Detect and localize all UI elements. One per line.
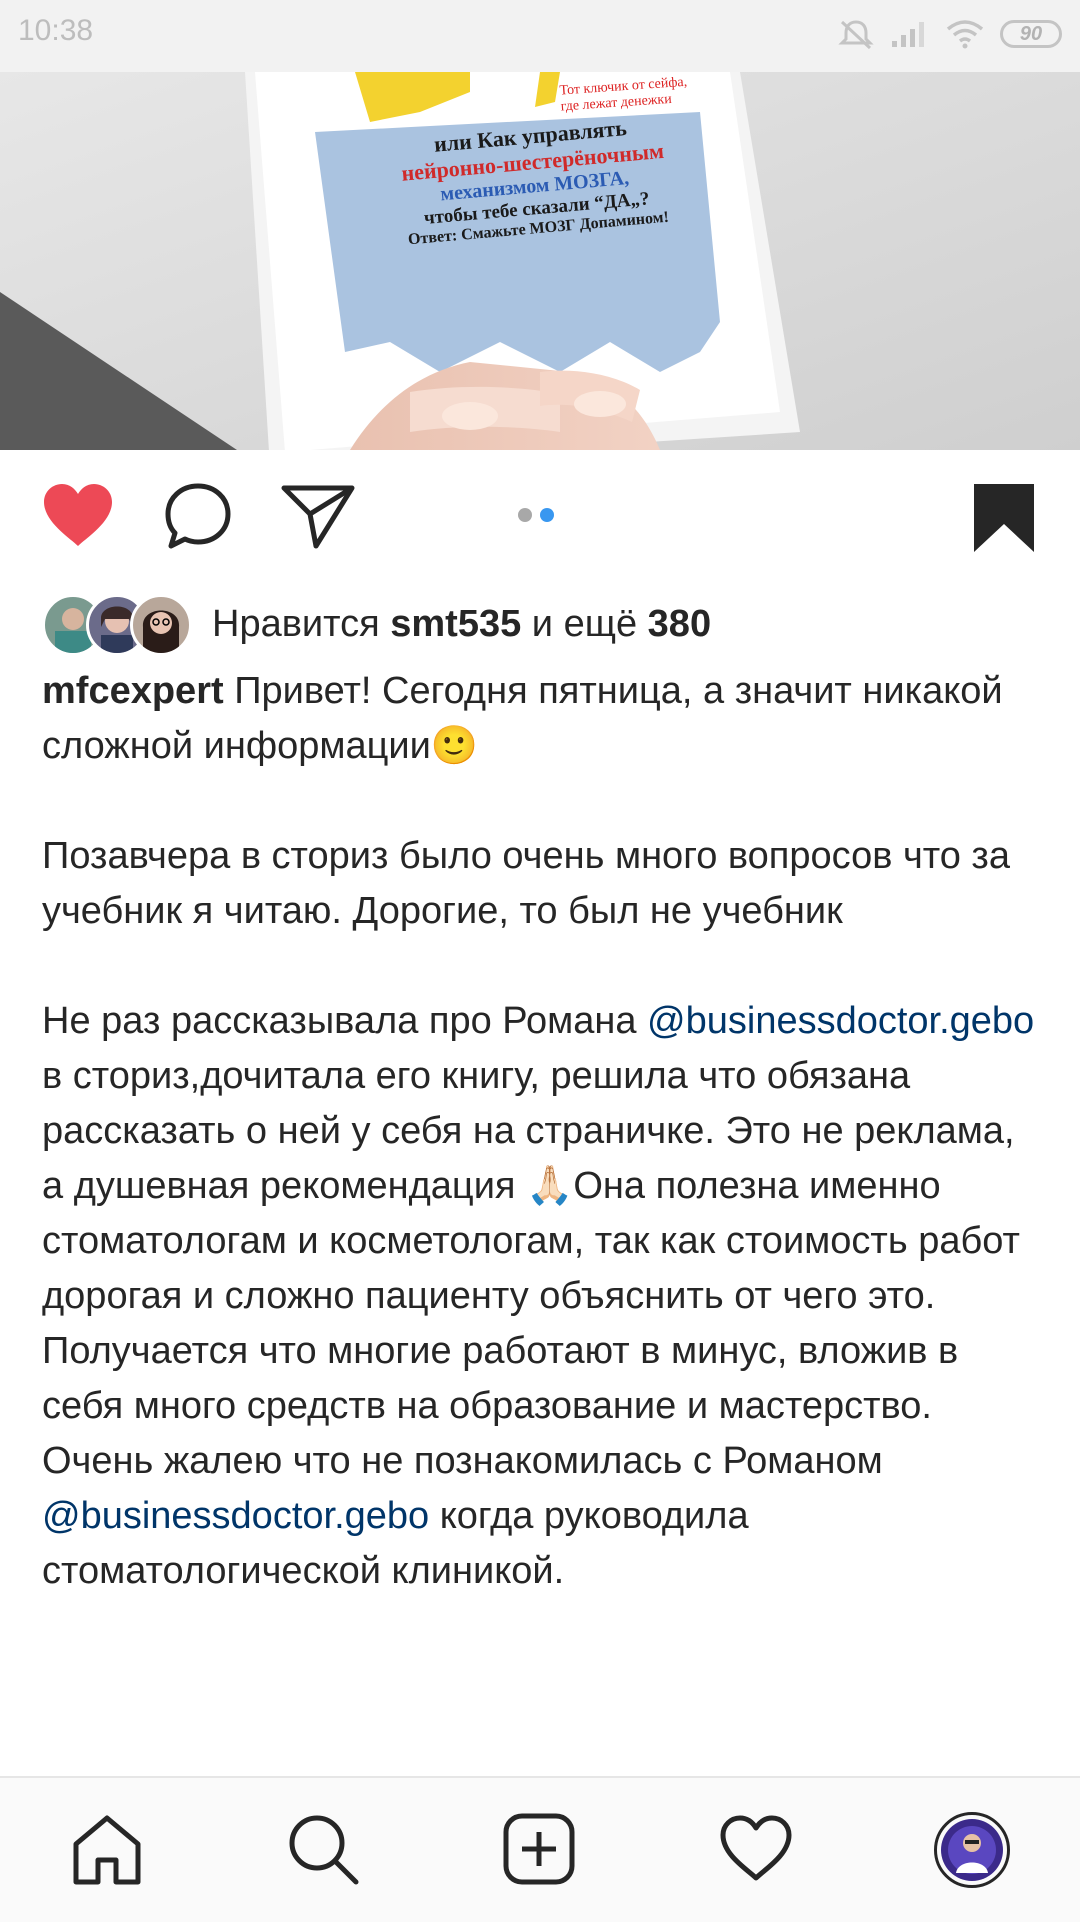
add-post-icon[interactable]: [502, 1812, 576, 1886]
caption-paragraph-3: Не раз рассказывала про Романа @business…: [42, 994, 1042, 1599]
profile-avatar-image: [941, 1819, 1003, 1881]
bottom-navigation: [0, 1776, 1080, 1922]
post-image[interactable]: Тот ключик от сейфа, где лежат денежки и…: [0, 72, 1080, 450]
search-icon[interactable]: [286, 1812, 360, 1886]
liker-username[interactable]: smt535: [390, 603, 521, 645]
post-caption: mfcexpert Привет! Сегодня пятница, а зна…: [42, 664, 1042, 1599]
likes-row[interactable]: Нравится smt535 и ещё 380: [42, 588, 711, 660]
caption-text-3a: Не раз рассказывала про Романа: [42, 1000, 648, 1042]
likes-text: Нравится smt535 и ещё 380: [212, 603, 711, 646]
profile-avatar[interactable]: [934, 1812, 1010, 1888]
avatar: [130, 594, 192, 656]
home-icon[interactable]: [70, 1812, 144, 1886]
signal-icon: [892, 22, 924, 47]
activity-heart-icon[interactable]: [718, 1814, 794, 1884]
wifi-icon: [946, 20, 984, 49]
hand-illustration: [350, 362, 660, 450]
status-icons: 90: [838, 18, 1062, 50]
likes-middle: и ещё: [521, 602, 648, 645]
mention-link[interactable]: @businessdoctor.gebo: [42, 1495, 429, 1537]
caption-username[interactable]: mfcexpert: [42, 670, 224, 712]
caption-text-3b: в сториз,дочитала его книгу, решила что …: [42, 1055, 1020, 1482]
comment-icon[interactable]: [163, 482, 233, 552]
mute-icon: [838, 20, 874, 50]
caption-paragraph-1: mfcexpert Привет! Сегодня пятница, а зна…: [42, 664, 1042, 774]
like-heart-icon[interactable]: [40, 482, 116, 550]
likes-count[interactable]: 380: [648, 603, 711, 645]
liker-avatars: [42, 594, 192, 656]
share-send-icon[interactable]: [280, 484, 356, 550]
carousel-dot-2: [540, 508, 554, 522]
carousel-indicator: [518, 508, 554, 522]
likes-prefix: Нравится: [212, 602, 391, 645]
carousel-dot-1: [518, 508, 532, 522]
mention-link[interactable]: @businessdoctor.gebo: [647, 1000, 1034, 1042]
status-time: 10:38: [18, 14, 94, 47]
battery-indicator: 90: [1000, 20, 1062, 48]
caption-paragraph-2: Позавчера в сториз было очень много вопр…: [42, 835, 1010, 932]
save-bookmark-icon[interactable]: [972, 482, 1036, 554]
status-bar: 10:38 90: [0, 0, 1080, 72]
